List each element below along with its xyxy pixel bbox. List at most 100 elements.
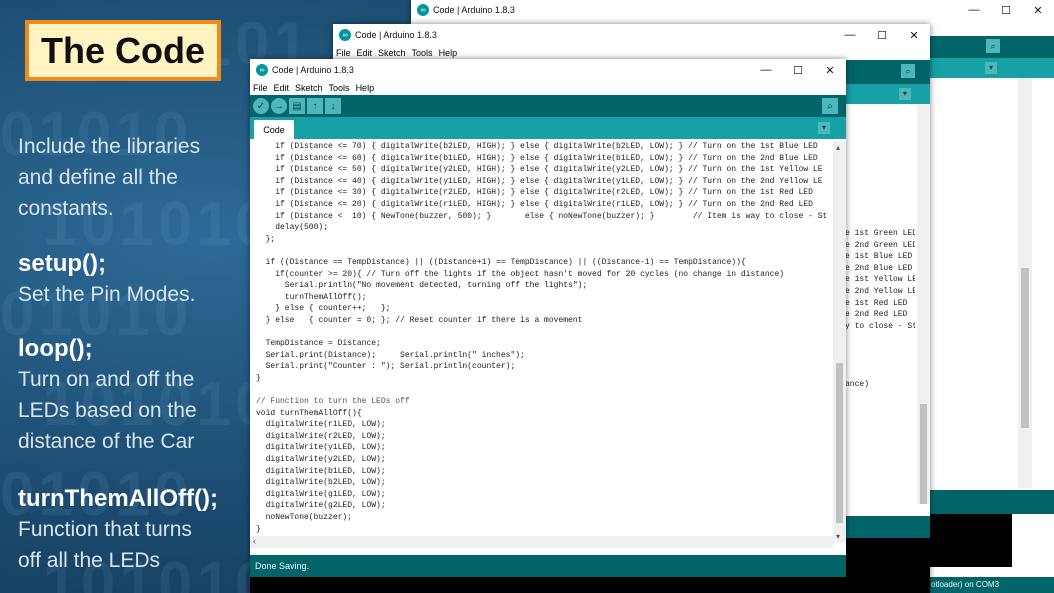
scroll-up-icon[interactable]: ▴ — [836, 143, 840, 152]
title-bar[interactable]: ∞ Code | Arduino 1.8.3 — ☐ ✕ — [411, 0, 1054, 20]
console-area — [250, 577, 846, 593]
minimize-icon[interactable]: — — [958, 4, 990, 17]
serial-monitor-icon[interactable]: ⌕ — [901, 64, 915, 78]
code-fragment-line: e 1st Red LED — [845, 298, 908, 308]
section-setup: setup(); Set the Pin Modes. — [18, 248, 195, 310]
section-heading: turnThemAllOff(); — [18, 485, 218, 512]
save-icon[interactable]: ↓ — [325, 98, 341, 114]
code-line: digitalWrite(y1LED, LOW); — [256, 443, 386, 453]
title-bar[interactable]: ∞ Code | Arduino 1.8.3 — ☐ ✕ — [250, 59, 846, 81]
scrollbar-thumb[interactable] — [836, 363, 843, 523]
code-fragment-line — [845, 367, 915, 379]
code-line: digitalWrite(b2LED, LOW); — [256, 478, 386, 488]
section-text-line: Include the libraries — [18, 135, 201, 158]
section-text-line: Function that turns — [18, 518, 192, 541]
code-fragment-line: e 1st Yellow LE — [845, 275, 915, 285]
code-line: if (Distance <= 60) { digitalWrite(b1LED… — [256, 153, 818, 163]
code-line: noNewTone(buzzer); — [256, 513, 353, 522]
close-icon[interactable]: ✕ — [1022, 4, 1054, 17]
menu-tools[interactable]: Tools — [329, 83, 350, 93]
slide-title-box: The Code — [25, 20, 221, 81]
status-bar: Done Saving. — [250, 555, 846, 577]
close-icon[interactable]: ✕ — [898, 29, 930, 42]
menu-sketch[interactable]: Sketch — [295, 83, 323, 93]
section-text-line: LEDs based on the — [18, 399, 197, 422]
section-text-line: and define all the — [18, 166, 178, 189]
menu-sketch[interactable]: Sketch — [378, 48, 406, 58]
code-line: delay(500); — [256, 223, 329, 233]
menu-help[interactable]: Help — [356, 83, 375, 93]
section-heading: setup(); — [18, 250, 106, 277]
menu-tools[interactable]: Tools — [412, 48, 433, 58]
section-libraries: Include the libraries and define all the… — [18, 131, 200, 224]
menu-edit[interactable]: Edit — [274, 83, 290, 93]
section-text-line: Set the Pin Modes. — [18, 283, 196, 306]
code-line: digitalWrite(g1LED, LOW); — [256, 489, 386, 499]
code-line: digitalWrite(g2LED, LOW); — [256, 501, 386, 511]
section-turnthemalloff: turnThemAllOff(); Function that turns of… — [18, 483, 218, 576]
scroll-left-icon[interactable]: ‹ — [253, 536, 256, 546]
code-line: TempDistance = Distance; — [256, 339, 381, 349]
section-text-line: constants. — [18, 197, 114, 220]
open-icon[interactable]: ↑ — [307, 98, 323, 114]
upload-icon[interactable]: → — [271, 98, 287, 114]
menu-help[interactable]: Help — [439, 48, 458, 58]
code-line: if (Distance <= 40) { digitalWrite(y1LED… — [256, 176, 823, 186]
scroll-down-icon[interactable]: ▾ — [836, 532, 840, 541]
close-icon[interactable]: ✕ — [814, 64, 846, 77]
vertical-scrollbar[interactable] — [1018, 78, 1032, 488]
menu-file[interactable]: File — [253, 83, 268, 93]
serial-monitor-icon[interactable]: ⌕ — [822, 98, 838, 114]
code-line: } — [256, 373, 261, 383]
vertical-scrollbar[interactable]: ▴ ▾ — [833, 141, 846, 543]
arduino-window-front[interactable]: ∞ Code | Arduino 1.8.3 — ☐ ✕ File Edit S… — [250, 59, 846, 593]
code-editor[interactable]: if (Distance <= 70) { digitalWrite(b2LED… — [256, 141, 836, 541]
title-bar[interactable]: ∞ Code | Arduino 1.8.3 — ☐ ✕ — [333, 24, 930, 46]
arduino-logo-icon: ∞ — [256, 64, 268, 76]
code-line: digitalWrite(r2LED, LOW); — [256, 431, 386, 441]
menu-bar: File Edit Sketch Tools Help — [250, 81, 846, 95]
new-icon[interactable]: ▤ — [289, 98, 305, 114]
code-line: Serial.print(Distance); Serial.println("… — [256, 350, 525, 360]
slide-title: The Code — [40, 29, 205, 71]
tab-menu-icon[interactable]: ▾ — [985, 62, 997, 74]
section-text-line: distance of the Car — [18, 430, 195, 453]
menu-file[interactable]: File — [336, 48, 351, 58]
code-line: if (Distance <= 20) { digitalWrite(r1LED… — [256, 199, 813, 209]
tab-code[interactable]: Code — [254, 120, 294, 139]
scrollbar-thumb[interactable] — [1021, 268, 1029, 428]
code-line: }; — [256, 234, 276, 244]
maximize-icon[interactable]: ☐ — [866, 29, 898, 42]
maximize-icon[interactable]: ☐ — [782, 64, 814, 77]
tab-menu-icon[interactable]: ▾ — [899, 88, 911, 100]
vertical-scrollbar[interactable] — [917, 104, 930, 504]
horizontal-scrollbar[interactable]: ‹ — [250, 536, 833, 548]
window-title: Code | Arduino 1.8.3 — [433, 5, 515, 15]
code-line: if ((Distance == TempDistance) || ((Dist… — [256, 257, 746, 267]
maximize-icon[interactable]: ☐ — [990, 4, 1022, 17]
arduino-logo-icon: ∞ — [339, 29, 351, 41]
scrollbar-thumb[interactable] — [920, 404, 927, 504]
console-area — [845, 538, 930, 593]
toolbar: ✓ → ▤ ↑ ↓ ⌕ — [250, 95, 846, 117]
console-area — [929, 514, 1012, 567]
code-fragment-line — [845, 344, 915, 356]
code-line: // Function to turn the LEDs off — [256, 397, 410, 407]
toolbar: ⌕ — [929, 36, 1054, 58]
code-line: if (Distance <= 30) { digitalWrite(r2LED… — [256, 188, 813, 198]
code-line: Serial.println("No movement detected, tu… — [256, 281, 588, 291]
menu-edit[interactable]: Edit — [357, 48, 373, 58]
code-line: turnThemAllOff(); — [256, 292, 367, 302]
menu-bar: File Edit Sketch Tools Help — [333, 46, 930, 60]
code-line: } — [256, 524, 261, 534]
verify-icon[interactable]: ✓ — [253, 98, 269, 114]
minimize-icon[interactable]: — — [834, 29, 866, 42]
tab-bar: ▾ — [929, 58, 1054, 78]
serial-monitor-icon[interactable]: ⌕ — [986, 39, 1000, 53]
code-line: if (Distance < 10) { NewTone(buzzer, 500… — [256, 211, 828, 221]
minimize-icon[interactable]: — — [750, 64, 782, 77]
editor-status-area — [929, 490, 1054, 514]
code-fragment-line: y to close - St — [845, 321, 915, 331]
tab-menu-icon[interactable]: ▾ — [818, 122, 830, 134]
